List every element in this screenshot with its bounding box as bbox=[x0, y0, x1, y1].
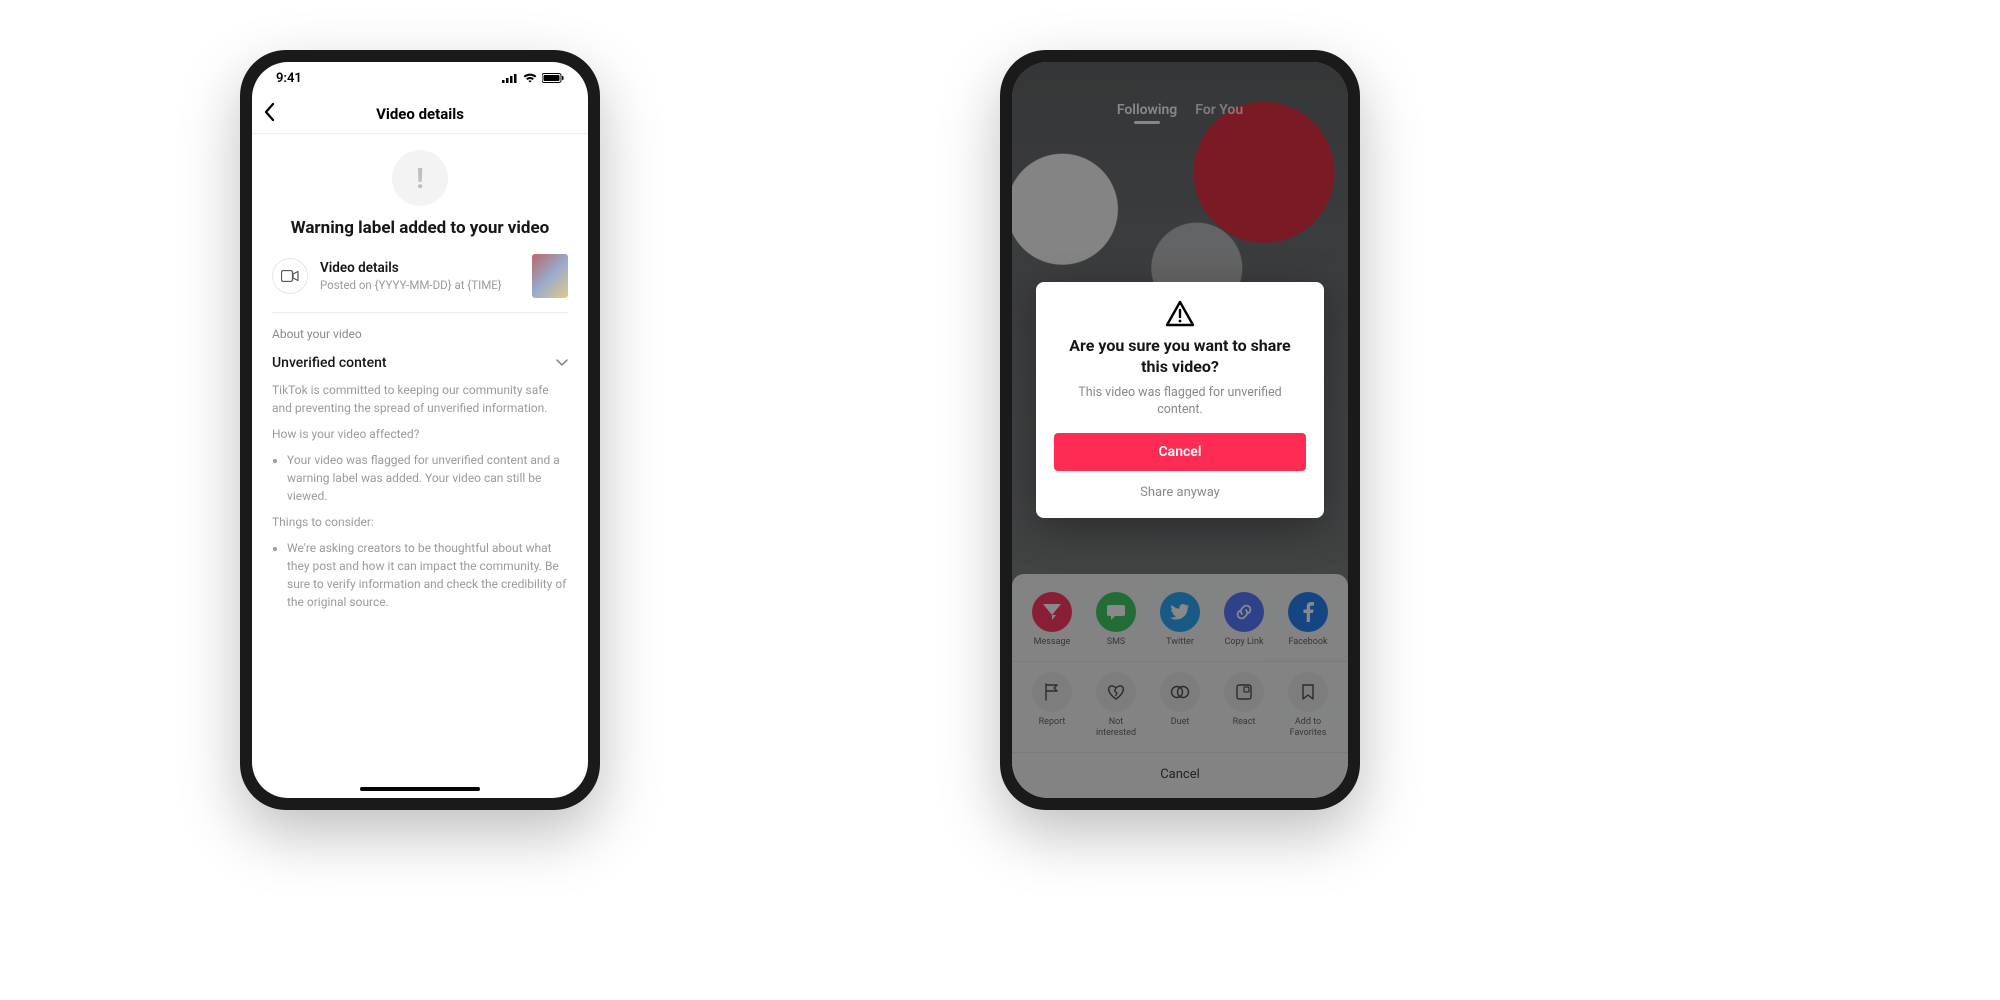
video-details-row[interactable]: Video details Posted on {YYYY-MM-DD} at … bbox=[252, 238, 588, 312]
body-intro: TikTok is committed to keeping our commu… bbox=[272, 381, 568, 417]
wifi-icon bbox=[523, 73, 537, 83]
video-title: Video details bbox=[320, 260, 520, 276]
modal-subtitle: This video was flagged for unverified co… bbox=[1054, 384, 1306, 419]
phone-mockup-right: Following For You Message SMS bbox=[1000, 50, 1360, 810]
modal-share-anyway-button[interactable]: Share anyway bbox=[1054, 481, 1306, 504]
battery-icon bbox=[542, 73, 564, 83]
share-warning-modal: Are you sure you want to share this vide… bbox=[1036, 282, 1324, 518]
modal-title: Are you sure you want to share this vide… bbox=[1054, 336, 1306, 378]
body-q2: Things to consider: bbox=[272, 513, 568, 531]
video-info: Video details Posted on {YYYY-MM-DD} at … bbox=[320, 260, 520, 292]
modal-cancel-button[interactable]: Cancel bbox=[1054, 433, 1306, 471]
chevron-down-icon bbox=[556, 359, 568, 367]
video-thumbnail[interactable] bbox=[532, 254, 568, 298]
screen-left: 9:41 Video details ! Warning label added… bbox=[252, 62, 588, 798]
body-b2: We're asking creators to be thoughtful a… bbox=[287, 539, 568, 611]
status-bar: 9:41 bbox=[252, 62, 588, 94]
signal-icon bbox=[502, 73, 518, 83]
phone-mockup-left: 9:41 Video details ! Warning label added… bbox=[240, 50, 600, 810]
status-time: 9:41 bbox=[276, 71, 302, 86]
video-subtitle: Posted on {YYYY-MM-DD} at {TIME} bbox=[320, 278, 520, 292]
expander-label: Unverified content bbox=[272, 355, 387, 371]
warning-title: Warning label added to your video bbox=[272, 218, 568, 238]
exclamation-icon: ! bbox=[392, 150, 448, 206]
back-button[interactable] bbox=[264, 102, 275, 126]
body-q1: How is your video affected? bbox=[272, 425, 568, 443]
screen-right: Following For You Message SMS bbox=[1012, 62, 1348, 798]
unverified-content-expander[interactable]: Unverified content bbox=[252, 349, 588, 381]
body-b1: Your video was flagged for unverified co… bbox=[287, 451, 568, 505]
chevron-left-icon bbox=[264, 103, 275, 121]
video-camera-icon bbox=[272, 258, 308, 294]
section-label: About your video bbox=[252, 313, 588, 349]
nav-title: Video details bbox=[252, 105, 588, 123]
home-indicator[interactable] bbox=[360, 787, 480, 791]
warning-header: ! Warning label added to your video bbox=[252, 134, 588, 238]
warning-triangle-icon bbox=[1165, 300, 1195, 328]
status-icons bbox=[502, 73, 564, 83]
body-text: TikTok is committed to keeping our commu… bbox=[252, 381, 588, 611]
nav-bar: Video details bbox=[252, 94, 588, 134]
